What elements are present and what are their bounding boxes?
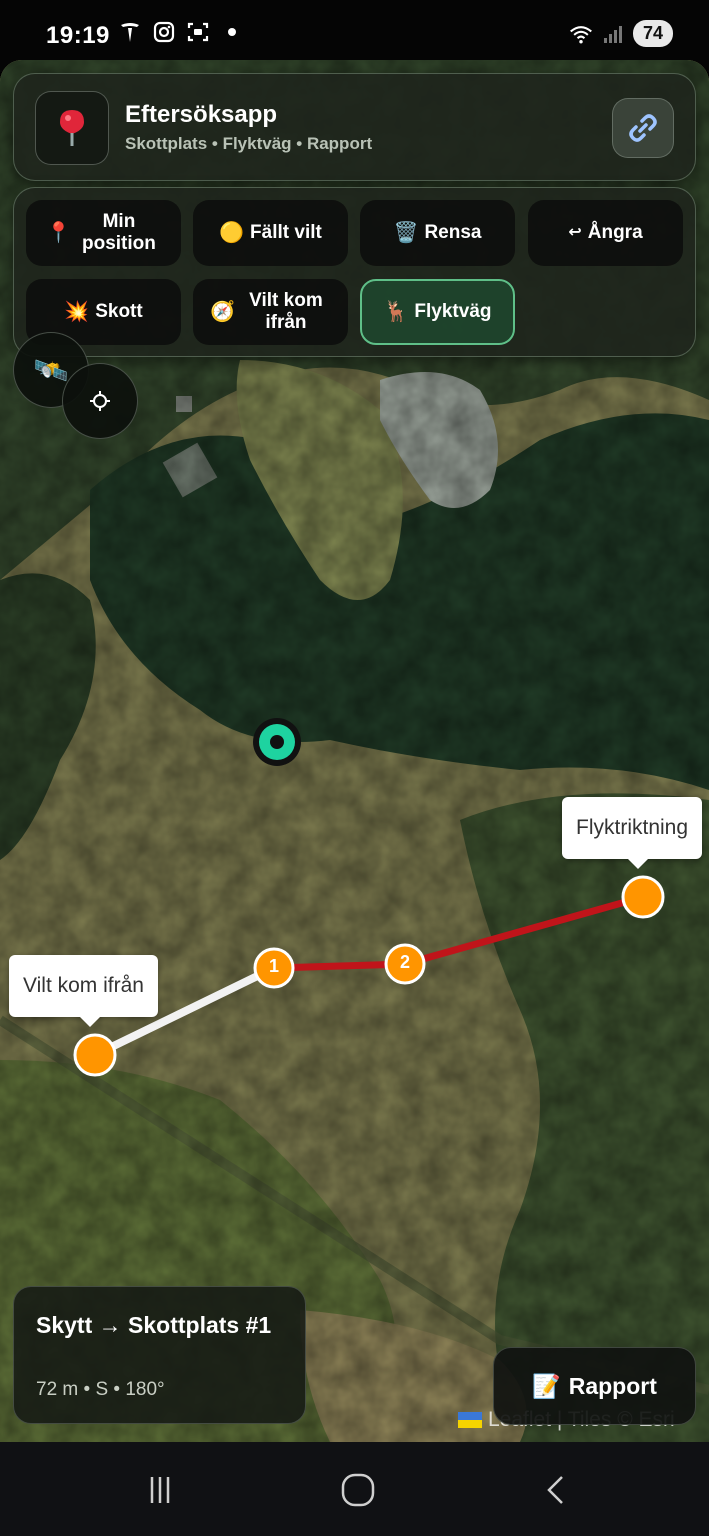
app-header: Eftersöksapp Skottplats • Flyktväg • Rap…: [13, 73, 696, 181]
home-button[interactable]: [336, 1468, 380, 1512]
waypoint-1-label: 1: [268, 956, 279, 976]
popup-direction-text: Flyktriktning: [576, 816, 689, 839]
game-came-from-button[interactable]: 🧭 Vilt kom ifrån: [193, 279, 348, 345]
info-stats: 72 m • S • 180°: [36, 1379, 165, 1400]
status-time: 19:19: [46, 22, 110, 49]
start-marker[interactable]: [73, 1033, 117, 1077]
end-marker[interactable]: [621, 875, 665, 919]
undo-label: Ångra: [587, 222, 643, 244]
app-subtitle: Skottplats • Flyktväg • Rapport: [125, 134, 373, 153]
game-came-from-label: Vilt kom ifrån: [249, 290, 323, 333]
my-position-label: Min position: [82, 211, 156, 254]
shot-label: Skott: [95, 301, 143, 323]
waypoint-2-label: 2: [399, 952, 410, 972]
memo-icon: 📝: [532, 1372, 561, 1399]
ukraine-flag-icon: [458, 1412, 482, 1428]
report-button[interactable]: 📝 Rapport: [493, 1347, 696, 1425]
dot-icon: [220, 20, 244, 44]
satellite-icon: 🛰️: [33, 354, 69, 386]
clear-label: Rensa: [424, 222, 482, 244]
home-icon: [341, 1473, 375, 1507]
pin-icon: [35, 91, 109, 165]
popup-from-text: Vilt kom ifrån: [23, 974, 144, 997]
current-position-marker: [253, 718, 301, 766]
report-label: Rapport: [568, 1372, 657, 1399]
tesla-icon: [118, 20, 142, 44]
yellow-circle-icon: 🟡: [219, 221, 245, 244]
info-title: Skytt → Skottplats #1: [36, 1312, 272, 1338]
recent-apps-icon: [150, 1477, 170, 1503]
compass-icon: 🧭: [210, 300, 235, 323]
escape-route-line: [270, 893, 647, 972]
link-icon: [629, 114, 657, 142]
deer-icon: 🦌: [383, 300, 409, 323]
popup-direction: Flyktriktning: [562, 797, 703, 869]
crosshair-icon: [90, 391, 110, 411]
share-link-button[interactable]: [612, 98, 674, 158]
my-position-button[interactable]: 📍 Min position: [26, 200, 181, 266]
back-icon: [547, 1476, 563, 1504]
back-button[interactable]: [534, 1468, 578, 1512]
system-nav-bar: [0, 1442, 709, 1536]
downed-game-button[interactable]: 🟡 Fällt vilt: [193, 200, 348, 266]
wifi-icon: [569, 22, 593, 46]
popup-from: Vilt kom ifrån: [9, 955, 158, 1027]
escape-route-label: Flyktväg: [414, 301, 492, 323]
explosion-icon: 💥: [64, 300, 90, 323]
screenshot-icon: [186, 20, 210, 44]
undo-button[interactable]: ↩ Ångra: [528, 200, 683, 266]
battery-indicator: 74: [633, 20, 673, 47]
distance-info-panel: Skytt → Skottplats #1 72 m • S • 180°: [13, 1286, 306, 1424]
trash-icon: 🗑️: [393, 221, 419, 244]
signal-icon: [601, 22, 625, 46]
downed-game-label: Fällt vilt: [250, 222, 322, 244]
action-toolbar: 📍 Min position 🟡 Fällt vilt 🗑️ Rensa ↩ Å…: [13, 187, 696, 357]
pushpin-icon: 📍: [46, 221, 71, 244]
escape-route-button[interactable]: 🦌 Flyktväg: [360, 279, 515, 345]
locate-button[interactable]: [62, 363, 138, 439]
instagram-icon: [152, 20, 176, 44]
clear-button[interactable]: 🗑️ Rensa: [360, 200, 515, 266]
recent-apps-button[interactable]: [138, 1468, 182, 1512]
undo-icon: ↩: [568, 223, 582, 241]
app-title: Eftersöksapp: [125, 101, 278, 128]
